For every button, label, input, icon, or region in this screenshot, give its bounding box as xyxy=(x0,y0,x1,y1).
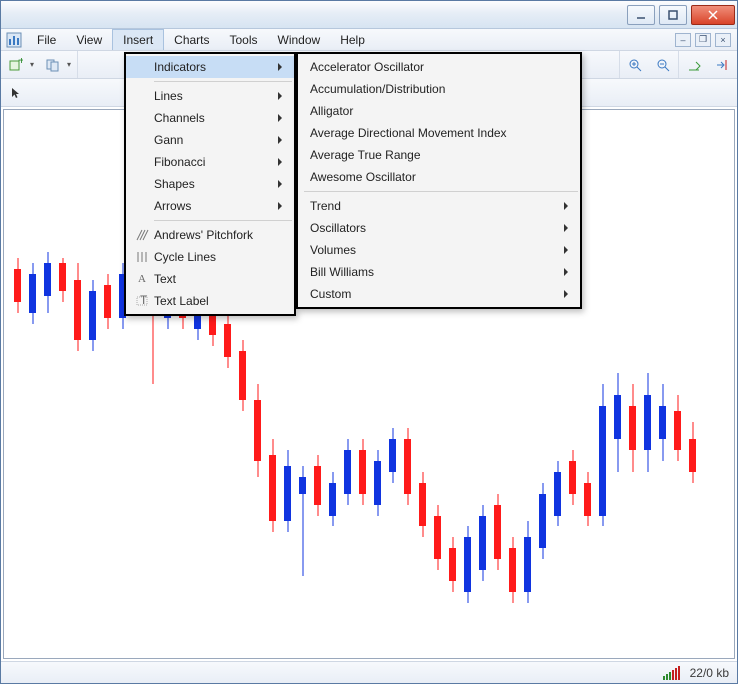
new-chart-button[interactable]: + xyxy=(5,54,27,76)
cursor-tool-button[interactable] xyxy=(5,82,27,104)
candle xyxy=(59,110,66,658)
menu-item-volumes[interactable]: Volumes xyxy=(298,239,580,261)
label: Trend xyxy=(310,199,341,213)
menu-item-arrows[interactable]: Arrows xyxy=(126,195,294,217)
label: Bill Williams xyxy=(310,265,374,279)
candle xyxy=(44,110,51,658)
candle xyxy=(674,110,681,658)
candle xyxy=(614,110,621,658)
menu-item-text[interactable]: AText xyxy=(126,268,294,290)
candle xyxy=(74,110,81,658)
traffic-label: 22/0 kb xyxy=(690,666,729,680)
label: Oscillators xyxy=(310,221,366,235)
maximize-button[interactable] xyxy=(659,5,687,25)
connection-icon xyxy=(663,666,680,680)
label: Average True Range xyxy=(310,148,421,162)
menu-item-trend[interactable]: Trend xyxy=(298,195,580,217)
menu-item-adx[interactable]: Average Directional Movement Index xyxy=(298,122,580,144)
menu-insert[interactable]: Insert xyxy=(112,29,164,50)
label: Andrews' Pitchfork xyxy=(154,228,253,242)
menu-file[interactable]: File xyxy=(27,29,66,50)
candle xyxy=(599,110,606,658)
close-button[interactable] xyxy=(691,5,735,25)
label: Average Directional Movement Index xyxy=(310,126,507,140)
label: Alligator xyxy=(310,104,353,118)
candle xyxy=(14,110,21,658)
menu-help[interactable]: Help xyxy=(330,29,375,50)
menu-item-oscillators[interactable]: Oscillators xyxy=(298,217,580,239)
candle xyxy=(689,110,696,658)
menu-item-custom[interactable]: Custom xyxy=(298,283,580,305)
menu-window[interactable]: Window xyxy=(268,29,331,50)
indicators-submenu: Accelerator Oscillator Accumulation/Dist… xyxy=(296,52,582,309)
menu-item-fibonacci[interactable]: Fibonacci xyxy=(126,151,294,173)
label: Accelerator Oscillator xyxy=(310,60,424,74)
menu-item-bill-williams[interactable]: Bill Williams xyxy=(298,261,580,283)
label: Gann xyxy=(154,133,183,147)
label: Text Label xyxy=(154,294,209,308)
menu-charts[interactable]: Charts xyxy=(164,29,219,50)
menu-item-gann[interactable]: Gann xyxy=(126,129,294,151)
pitchfork-icon xyxy=(130,228,154,242)
zoom-out-button[interactable] xyxy=(652,54,674,76)
menu-item-andrews-pitchfork[interactable]: Andrews' Pitchfork xyxy=(126,224,294,246)
menu-item-cycle-lines[interactable]: Cycle Lines xyxy=(126,246,294,268)
menu-item-indicators[interactable]: Indicators xyxy=(126,56,294,78)
profiles-button[interactable] xyxy=(42,54,64,76)
text-label-icon: T xyxy=(130,294,154,308)
menu-item-lines[interactable]: Lines xyxy=(126,85,294,107)
candle xyxy=(644,110,651,658)
auto-scroll-button[interactable] xyxy=(683,54,705,76)
menu-item-accumulation-distribution[interactable]: Accumulation/Distribution xyxy=(298,78,580,100)
label: Channels xyxy=(154,111,205,125)
candle xyxy=(659,110,666,658)
svg-text:T: T xyxy=(140,294,148,307)
menu-item-atr[interactable]: Average True Range xyxy=(298,144,580,166)
label: Indicators xyxy=(154,60,206,74)
label: Awesome Oscillator xyxy=(310,170,416,184)
menubar: File View Insert Charts Tools Window Hel… xyxy=(1,29,737,51)
candle xyxy=(104,110,111,658)
app-logo-icon xyxy=(1,29,27,50)
menu-tools[interactable]: Tools xyxy=(220,29,268,50)
menu-item-alligator[interactable]: Alligator xyxy=(298,100,580,122)
label: Custom xyxy=(310,287,351,301)
menu-item-accelerator-oscillator[interactable]: Accelerator Oscillator xyxy=(298,56,580,78)
candle xyxy=(584,110,591,658)
mdi-close-button[interactable]: × xyxy=(715,33,731,47)
label: Volumes xyxy=(310,243,356,257)
label: Accumulation/Distribution xyxy=(310,82,445,96)
statusbar: 22/0 kb xyxy=(1,661,737,683)
text-icon: A xyxy=(130,273,154,285)
mdi-restore-button[interactable]: ❐ xyxy=(695,33,711,47)
app-window: File View Insert Charts Tools Window Hel… xyxy=(0,0,738,684)
candle xyxy=(89,110,96,658)
svg-text:+: + xyxy=(18,58,23,67)
zoom-in-button[interactable] xyxy=(624,54,646,76)
candle xyxy=(629,110,636,658)
chart-shift-button[interactable] xyxy=(711,54,733,76)
label: Text xyxy=(154,272,176,286)
menu-item-shapes[interactable]: Shapes xyxy=(126,173,294,195)
minimize-button[interactable] xyxy=(627,5,655,25)
label: Arrows xyxy=(154,199,191,213)
menu-item-channels[interactable]: Channels xyxy=(126,107,294,129)
insert-dropdown: Indicators Lines Channels Gann Fibonacci… xyxy=(124,52,296,316)
mdi-minimize-button[interactable]: – xyxy=(675,33,691,47)
menu-item-awesome-oscillator[interactable]: Awesome Oscillator xyxy=(298,166,580,188)
label: Cycle Lines xyxy=(154,250,216,264)
titlebar xyxy=(1,1,737,29)
menu-item-text-label[interactable]: T Text Label xyxy=(126,290,294,312)
menu-view[interactable]: View xyxy=(66,29,112,50)
candle xyxy=(29,110,36,658)
label: Lines xyxy=(154,89,183,103)
cycle-lines-icon xyxy=(130,250,154,264)
label: Shapes xyxy=(154,177,195,191)
label: Fibonacci xyxy=(154,155,205,169)
